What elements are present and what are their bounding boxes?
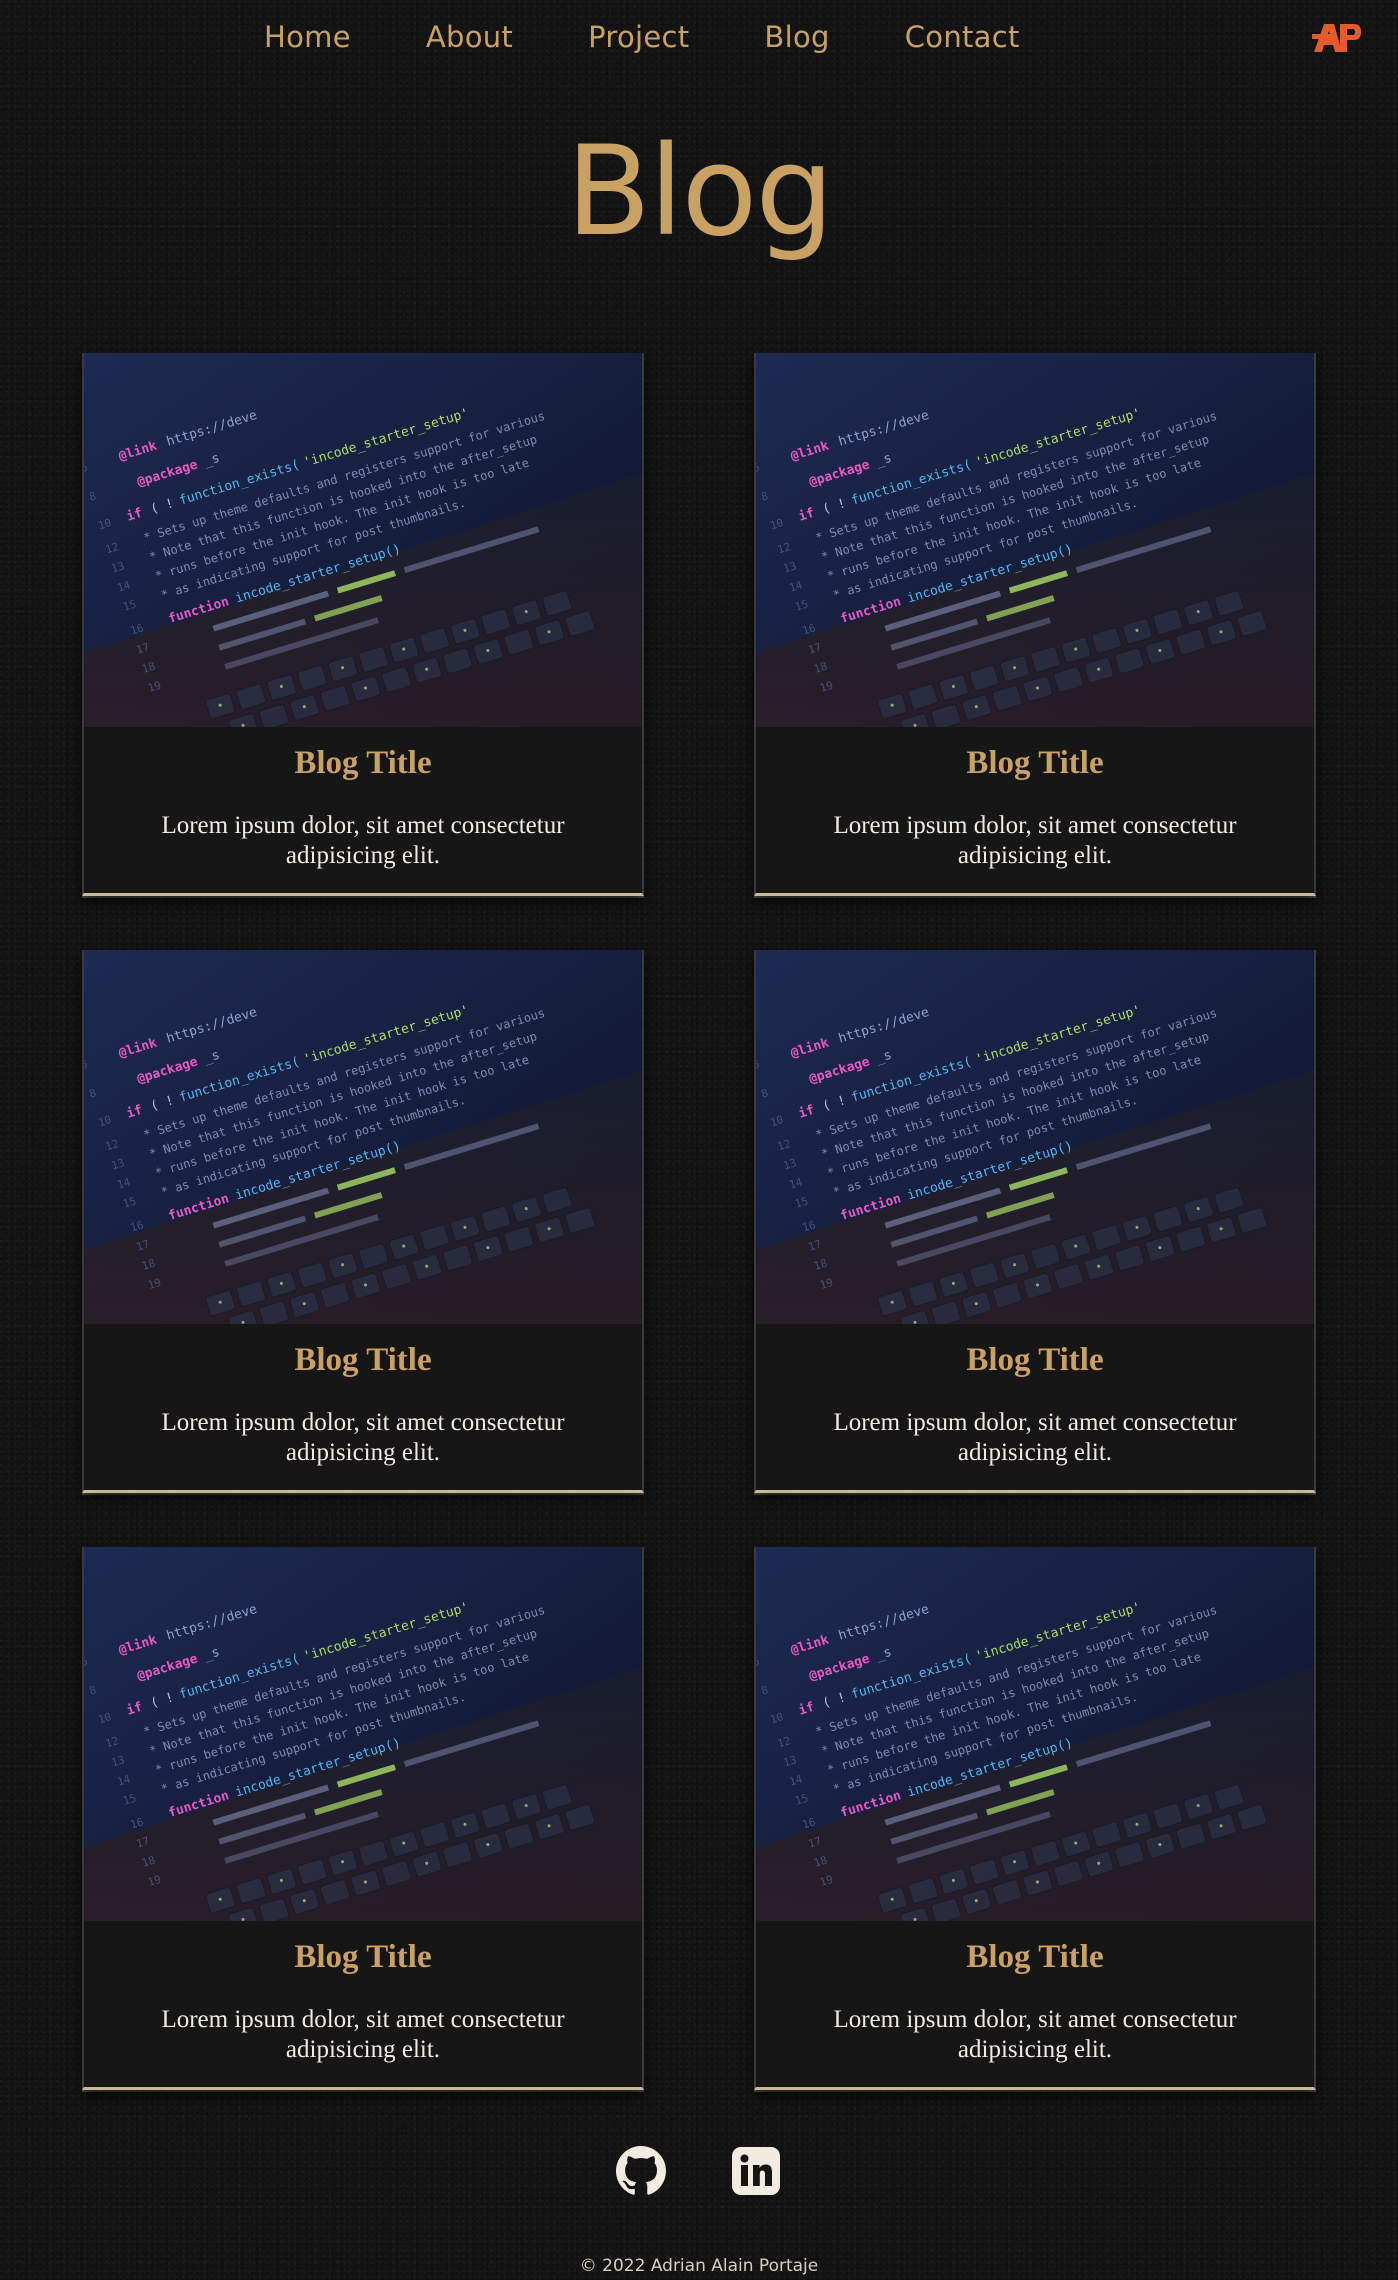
blog-card-excerpt: Lorem ipsum dolor, sit amet consectetur … xyxy=(161,1409,565,1466)
code-screen-image: @link https://deve @package _s if ( ! fu… xyxy=(84,950,642,1324)
blog-card-title[interactable]: Blog Title xyxy=(756,745,1314,782)
nav-link-blog[interactable]: Blog xyxy=(764,20,829,54)
blog-card-image: @link https://deve @package _s if ( ! fu… xyxy=(84,950,642,1324)
blog-card-title[interactable]: Blog Title xyxy=(756,1939,1314,1976)
blog-card[interactable]: @link https://deve @package _s if ( ! fu… xyxy=(82,950,644,1493)
nav-link-project[interactable]: Project xyxy=(588,20,689,54)
code-screen-image: @link https://deve @package _s if ( ! fu… xyxy=(84,1547,642,1921)
code-screen-image: @link https://deve @package _s if ( ! fu… xyxy=(84,353,642,727)
blog-card-image: @link https://deve @package _s if ( ! fu… xyxy=(84,1547,642,1921)
blog-card-image: @link https://deve @package _s if ( ! fu… xyxy=(84,353,642,727)
github-icon xyxy=(616,2146,666,2195)
linkedin-icon xyxy=(732,2147,780,2195)
blog-card-title[interactable]: Blog Title xyxy=(84,1939,642,1976)
code-screen-image: @link https://deve @package _s if ( ! fu… xyxy=(756,1547,1314,1921)
blog-card-image: @link https://deve @package _s if ( ! fu… xyxy=(756,1547,1314,1921)
blog-card-title[interactable]: Blog Title xyxy=(84,745,642,782)
blog-card-excerpt: Lorem ipsum dolor, sit amet consectetur … xyxy=(833,1409,1237,1466)
blog-card-title[interactable]: Blog Title xyxy=(756,1342,1314,1379)
nav-link-contact[interactable]: Contact xyxy=(905,20,1020,54)
page-title: Blog xyxy=(565,120,834,264)
blog-card-image: @link https://deve @package _s if ( ! fu… xyxy=(756,950,1314,1324)
blog-card-title[interactable]: Blog Title xyxy=(84,1342,642,1379)
blog-card-image: @link https://deve @package _s if ( ! fu… xyxy=(756,353,1314,727)
blog-card[interactable]: @link https://deve @package _s if ( ! fu… xyxy=(754,1547,1316,2090)
nav-links: Home About Project Blog Contact xyxy=(264,20,1095,54)
blog-card[interactable]: @link https://deve @package _s if ( ! fu… xyxy=(82,353,644,896)
top-nav: Home About Project Blog Contact xyxy=(0,0,1398,84)
blog-card-excerpt: Lorem ipsum dolor, sit amet consectetur … xyxy=(833,812,1237,869)
blog-card-excerpt: Lorem ipsum dolor, sit amet consectetur … xyxy=(161,812,565,869)
logo[interactable] xyxy=(1312,20,1362,54)
blog-card[interactable]: @link https://deve @package _s if ( ! fu… xyxy=(754,353,1316,896)
nav-link-about[interactable]: About xyxy=(426,20,513,54)
blog-card[interactable]: @link https://deve @package _s if ( ! fu… xyxy=(754,950,1316,1493)
logo-icon xyxy=(1312,24,1361,52)
code-screen-image: @link https://deve @package _s if ( ! fu… xyxy=(756,353,1314,727)
copyright: © 2022 Adrian Alain Portaje xyxy=(579,2256,819,2276)
linkedin-link[interactable] xyxy=(731,2146,781,2196)
blog-card[interactable]: @link https://deve @package _s if ( ! fu… xyxy=(82,1547,644,2090)
github-link[interactable] xyxy=(616,2146,666,2196)
code-screen-image: @link https://deve @package _s if ( ! fu… xyxy=(756,950,1314,1324)
blog-card-excerpt: Lorem ipsum dolor, sit amet consectetur … xyxy=(833,2006,1237,2063)
nav-link-home[interactable]: Home xyxy=(264,20,351,54)
blog-card-excerpt: Lorem ipsum dolor, sit amet consectetur … xyxy=(161,2006,565,2063)
